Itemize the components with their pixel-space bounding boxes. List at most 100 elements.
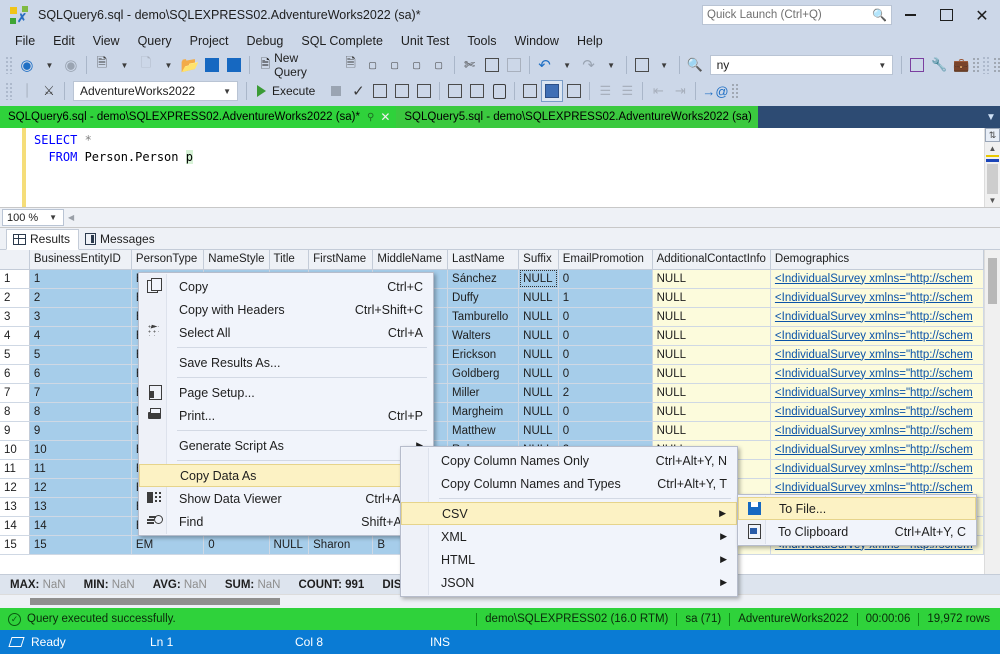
cell-suffix[interactable]: NULL	[518, 307, 559, 327]
toolbar-grip-3[interactable]	[5, 82, 13, 100]
row-header[interactable]: 9	[0, 421, 30, 441]
row-header[interactable]: 11	[0, 459, 30, 479]
demographics-xml-link[interactable]: <IndividualSurvey xmlns="http://schem	[775, 292, 973, 304]
context-menu-item-save-results-as[interactable]: Save Results As...	[139, 351, 433, 374]
menu-item-debug[interactable]: Debug	[238, 32, 293, 50]
new-query-button[interactable]: 🗎 New Query	[254, 51, 339, 79]
open-file-icon[interactable]: 📂	[179, 54, 202, 76]
tab-sqlquery6[interactable]: SQLQuery6.sql - demo\SQLEXPRESS02.Advent…	[0, 106, 397, 128]
menu-item-edit[interactable]: Edit	[44, 32, 84, 50]
cell-lastname[interactable]: Margheim	[447, 402, 520, 422]
copy-data-as-item-copy-column-names-and-types[interactable]: Copy Column Names and Types Ctrl+Alt+Y, T	[401, 472, 737, 495]
context-menu-item-generate-script-as[interactable]: Generate Script As ▶	[139, 434, 433, 457]
toolbar-grip-2[interactable]	[982, 56, 991, 74]
tab-sqlquery5[interactable]: SQLQuery5.sql - demo\SQLEXPRESS02.Advent…	[396, 106, 758, 128]
display-estimated-plan-icon[interactable]	[369, 80, 391, 102]
cell-demographics[interactable]: <IndividualSurvey xmlns="http://schem	[770, 402, 984, 422]
cell-additionalcontactinfo[interactable]: NULL	[652, 402, 771, 422]
menu-item-view[interactable]: View	[84, 32, 129, 50]
demographics-xml-link[interactable]: <IndividualSurvey xmlns="http://schem	[775, 444, 973, 456]
new-dax-query-icon[interactable]: ▢	[428, 54, 450, 76]
row-header[interactable]: 1	[0, 269, 30, 289]
object-explorer-icon[interactable]	[906, 54, 928, 76]
row-header[interactable]: 14	[0, 516, 30, 536]
connect-icon[interactable]: ◉	[16, 54, 38, 76]
cell-suffix[interactable]: NULL	[518, 364, 559, 384]
cell-lastname[interactable]: Miller	[447, 383, 520, 403]
maximize-button[interactable]	[928, 0, 964, 30]
cell-emailpromotion[interactable]: 1	[558, 288, 653, 308]
demographics-xml-link[interactable]: <IndividualSurvey xmlns="http://schem	[775, 425, 973, 437]
cell-additionalcontactinfo[interactable]: NULL	[652, 269, 771, 289]
results-hscroll-thumb[interactable]	[30, 598, 280, 605]
cell-additionalcontactinfo[interactable]: NULL	[652, 421, 771, 441]
cell-demographics[interactable]: <IndividualSurvey xmlns="http://schem	[770, 459, 984, 479]
editor-horizontal-scrollbar[interactable]: ◀	[64, 209, 1000, 226]
cell-title[interactable]: NULL	[269, 535, 310, 555]
menu-item-project[interactable]: Project	[181, 32, 238, 50]
cell-suffix[interactable]: NULL	[518, 288, 559, 308]
copy-data-as-item-xml[interactable]: XML ▶	[401, 525, 737, 548]
col-suffix[interactable]: Suffix	[518, 250, 559, 270]
demographics-xml-link[interactable]: <IndividualSurvey xmlns="http://schem	[775, 273, 973, 285]
cell-suffix[interactable]: NULL	[518, 345, 559, 365]
cell-additionalcontactinfo[interactable]: NULL	[652, 345, 771, 365]
col-emailpromotion[interactable]: EmailPromotion	[558, 250, 653, 270]
cell-emailpromotion[interactable]: 0	[558, 421, 653, 441]
cell-suffix[interactable]: NULL	[518, 326, 559, 346]
cell-additionalcontactinfo[interactable]: NULL	[652, 326, 771, 346]
cell-businessentityid[interactable]: 1	[29, 269, 132, 289]
new-xmla-query-icon[interactable]: ▢	[406, 54, 428, 76]
row-header[interactable]: 5	[0, 345, 30, 365]
demographics-xml-link[interactable]: <IndividualSurvey xmlns="http://schem	[775, 482, 973, 494]
toolbar-grip[interactable]	[5, 56, 13, 74]
demographics-xml-link[interactable]: <IndividualSurvey xmlns="http://schem	[775, 406, 973, 418]
context-menu-item-page-setup[interactable]: Page Setup...	[139, 381, 433, 404]
execute-button[interactable]: Execute	[251, 80, 325, 102]
copy-data-as-item-json[interactable]: JSON ▶	[401, 571, 737, 594]
toolbar-overflow-icon[interactable]	[972, 57, 980, 73]
scroll-up-icon[interactable]: ▲	[989, 142, 997, 155]
copy-data-as-item-html[interactable]: HTML ▶	[401, 548, 737, 571]
menu-item-tools[interactable]: Tools	[458, 32, 505, 50]
context-menu-item-find[interactable]: Find Shift+Alt+F	[139, 510, 433, 533]
cell-businessentityid[interactable]: 6	[29, 364, 132, 384]
undo-icon[interactable]: ↶	[534, 54, 556, 76]
cell-businessentityid[interactable]: 9	[29, 421, 132, 441]
sqlcmd-mode-icon[interactable]	[488, 80, 510, 102]
menu-item-file[interactable]: File	[6, 32, 44, 50]
csv-item-to-file[interactable]: To File...	[738, 497, 976, 520]
connect-query-icon[interactable]: ⏐	[16, 80, 38, 102]
cell-emailpromotion[interactable]: 0	[558, 307, 653, 327]
results-to-grid-icon[interactable]	[541, 80, 564, 102]
redo-dropdown-icon[interactable]: ▼	[600, 54, 622, 76]
navigate-dropdown-icon[interactable]: ▼	[653, 54, 675, 76]
toolbar-overflow-icon-3[interactable]	[730, 83, 738, 99]
save-all-icon[interactable]	[223, 54, 245, 76]
editor-scroll-thumb[interactable]	[987, 164, 998, 194]
context-menu-item-print[interactable]: Print... Ctrl+P	[139, 404, 433, 427]
minimize-button[interactable]	[892, 0, 928, 30]
row-header[interactable]: 3	[0, 307, 30, 327]
demographics-xml-link[interactable]: <IndividualSurvey xmlns="http://schem	[775, 349, 973, 361]
cell-demographics[interactable]: <IndividualSurvey xmlns="http://schem	[770, 364, 984, 384]
cell-lastname[interactable]: Tamburello	[447, 307, 520, 327]
save-icon[interactable]	[201, 54, 223, 76]
cell-demographics[interactable]: <IndividualSurvey xmlns="http://schem	[770, 345, 984, 365]
col-additionalcontactinfo[interactable]: AdditionalContactInfo	[652, 250, 771, 270]
demographics-xml-link[interactable]: <IndividualSurvey xmlns="http://schem	[775, 311, 973, 323]
context-menu-item-select-all[interactable]: Select All Ctrl+A	[139, 321, 433, 344]
results-to-file-icon[interactable]	[563, 80, 585, 102]
close-button[interactable]: ✕	[964, 0, 1000, 30]
row-header[interactable]: 13	[0, 497, 30, 517]
search-combo[interactable]: ny ▼	[709, 55, 894, 75]
specify-values-icon[interactable]: →@	[700, 80, 730, 102]
cell-demographics[interactable]: <IndividualSurvey xmlns="http://schem	[770, 440, 984, 460]
cell-lastname[interactable]: Walters	[447, 326, 520, 346]
cell-lastname[interactable]: Goldberg	[447, 364, 520, 384]
col-firstname[interactable]: FirstName	[308, 250, 374, 270]
cell-firstname[interactable]: Sharon	[308, 535, 374, 555]
editor-vertical-scrollbar[interactable]: ⇅ ▲ ▼	[984, 128, 1000, 207]
connect-dropdown-icon[interactable]: ▼	[38, 54, 60, 76]
col-title[interactable]: Title	[269, 250, 310, 270]
